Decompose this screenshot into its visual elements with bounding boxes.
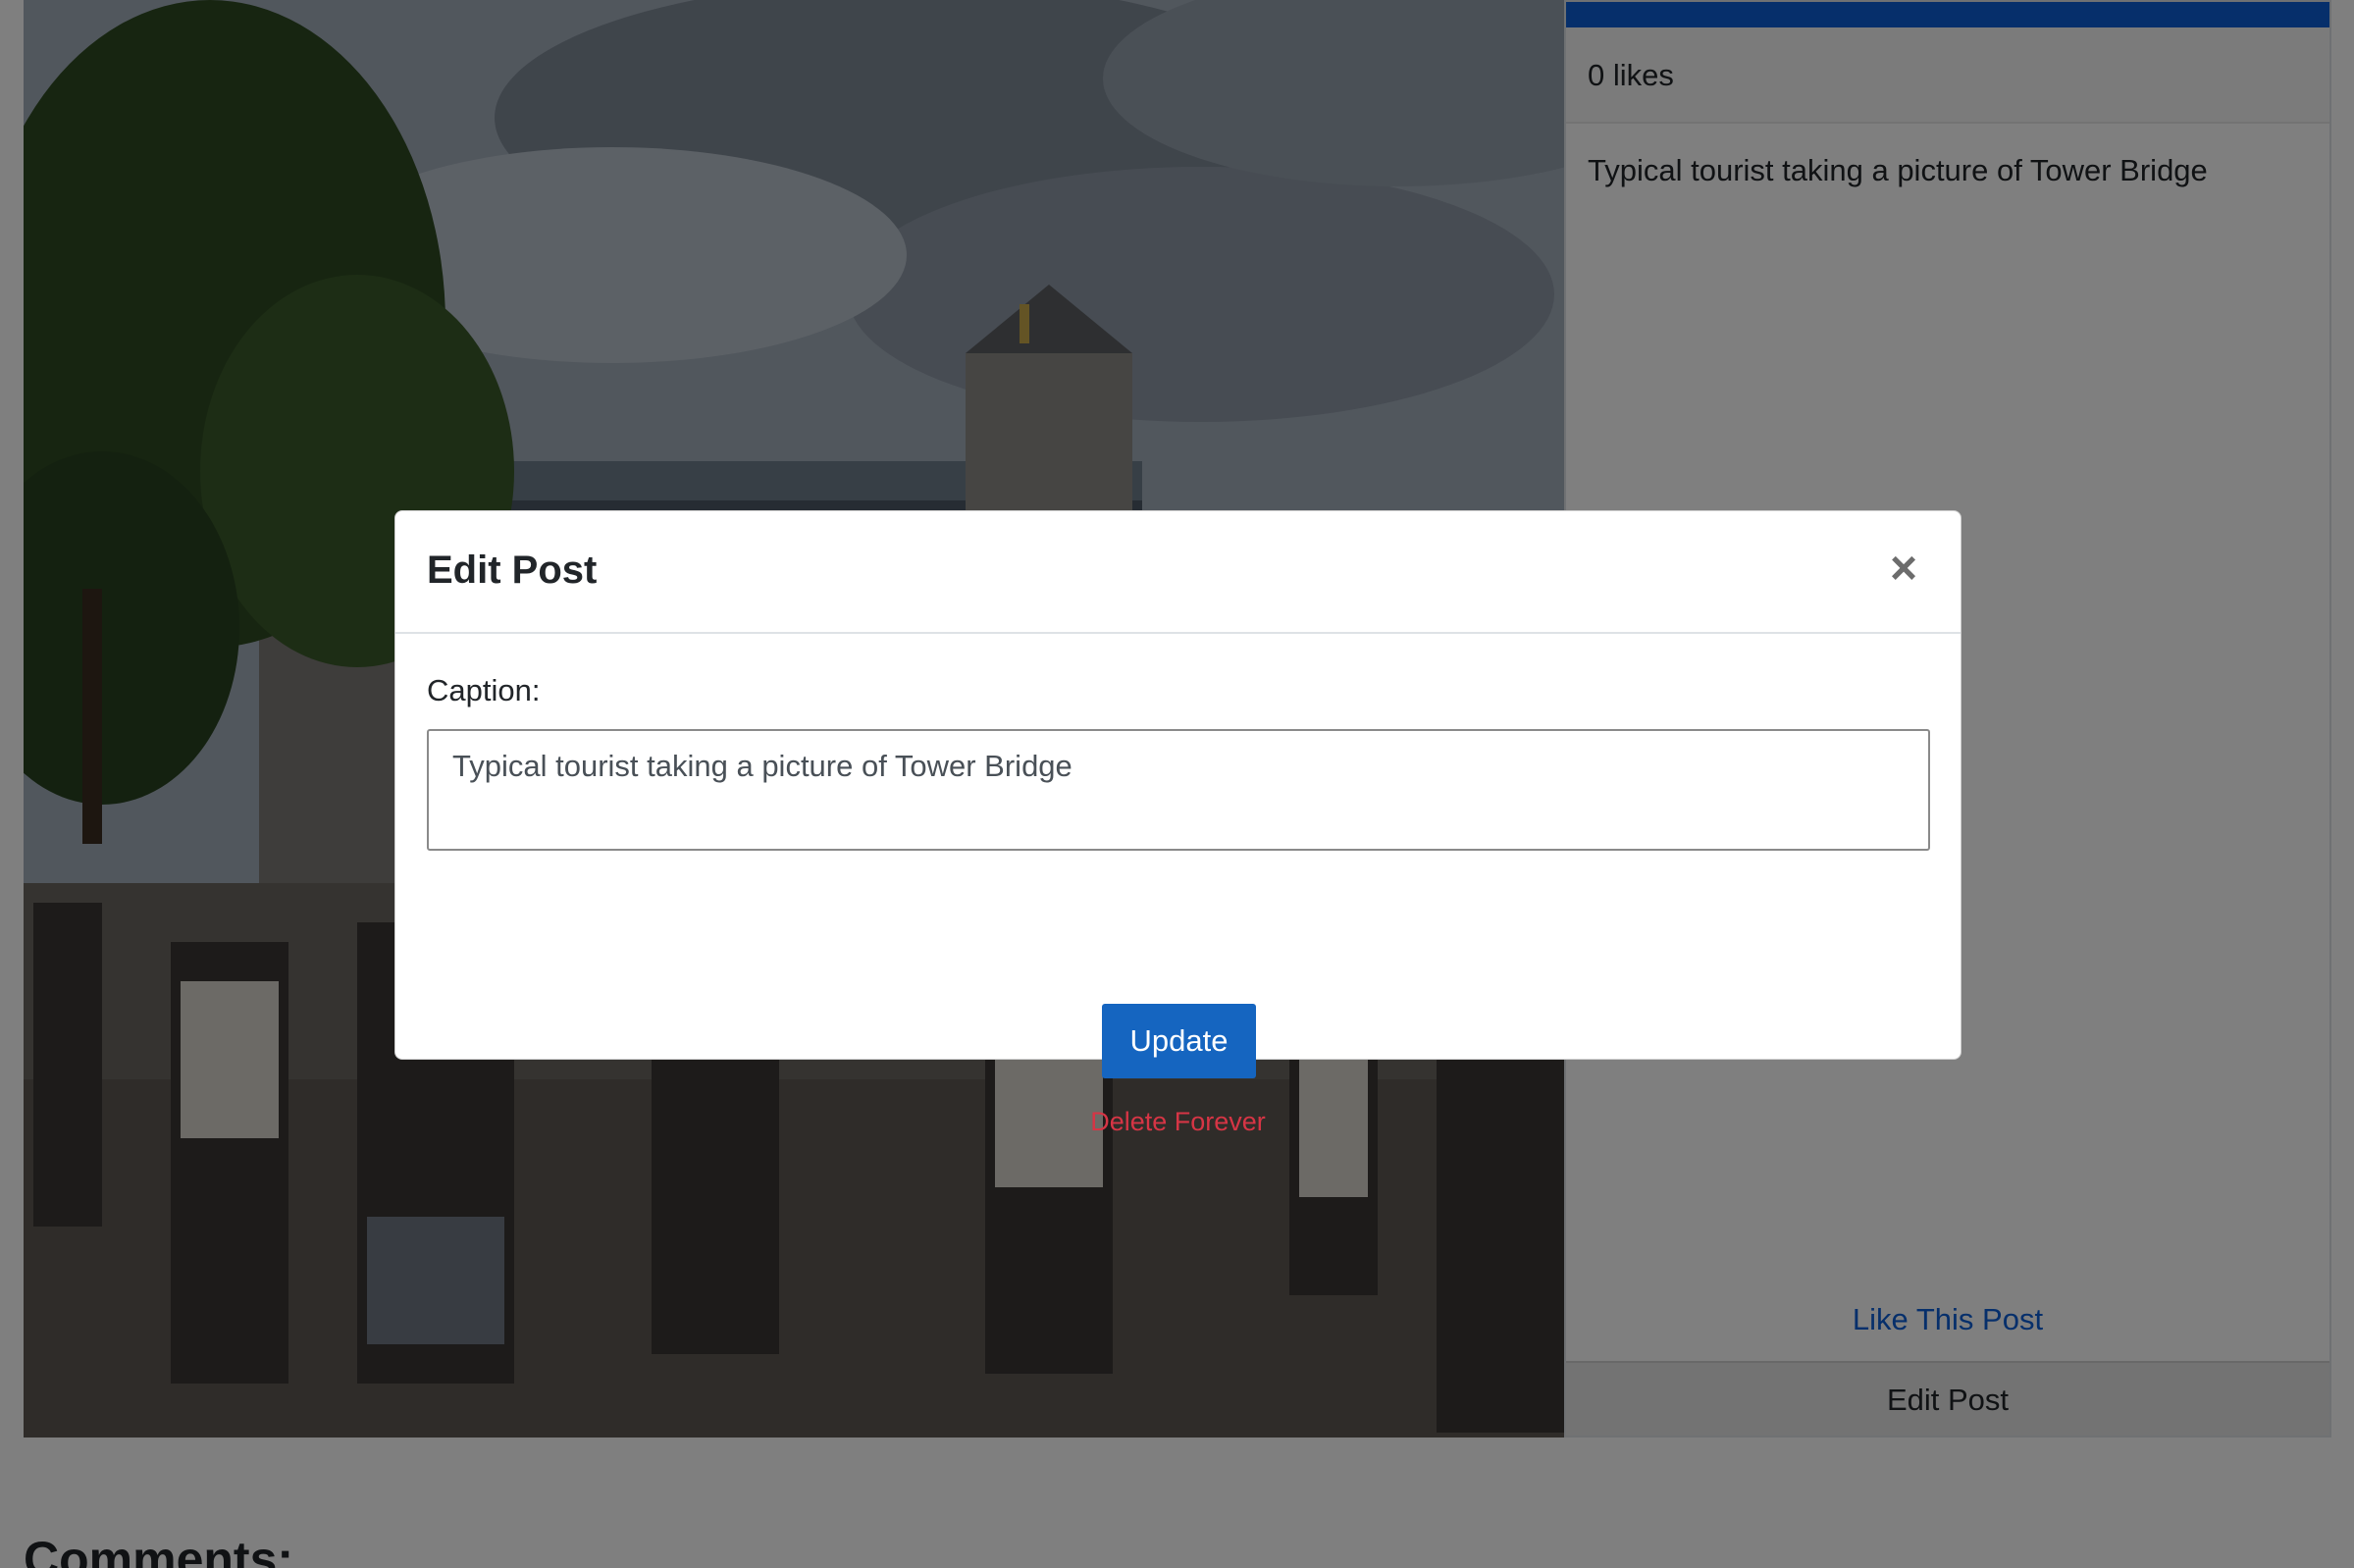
update-button[interactable]: Update [1102,1004,1256,1078]
caption-label: Caption: [427,673,541,707]
modal-header: Edit Post × [395,511,1961,634]
modal-title: Edit Post [427,549,598,592]
caption-input[interactable]: Typical tourist taking a picture of Towe… [427,729,1930,851]
edit-post-modal: Edit Post × Caption: Typical tourist tak… [394,510,1962,1136]
delete-forever-link[interactable]: Delete Forever [395,1107,1961,1137]
close-icon[interactable]: × [1884,545,1923,594]
